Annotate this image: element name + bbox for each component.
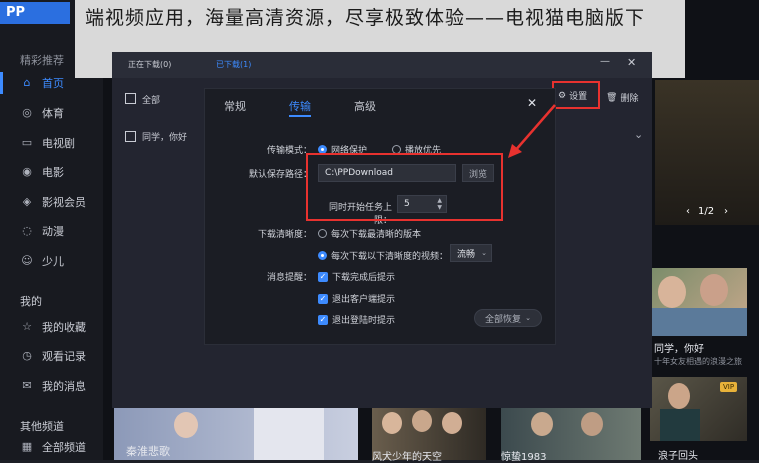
annotation-arrow bbox=[508, 104, 556, 158]
pager-text: 1/2 bbox=[698, 206, 715, 217]
sidebar-item[interactable]: ▦ 全部频道 bbox=[0, 432, 103, 462]
hero-banner bbox=[655, 80, 759, 225]
select-all-label: 全部 bbox=[142, 96, 161, 106]
delete-button[interactable]: 🗑 删除 bbox=[606, 91, 639, 105]
tab-downloading[interactable]: 正在下载(0) bbox=[128, 59, 171, 70]
anime-icon: ◌ bbox=[22, 224, 32, 237]
sidebar-item-label: 首页 bbox=[42, 77, 64, 90]
notify-download-complete-label: 下载完成后提示 bbox=[332, 273, 396, 283]
notify-logout-label: 退出登陆时提示 bbox=[332, 316, 396, 326]
my-section-label: 我的 bbox=[20, 295, 42, 308]
checkbox-checked[interactable]: ✓ bbox=[318, 314, 328, 325]
grid-icon: ▦ bbox=[21, 440, 33, 453]
clarity-label: 下载清晰度： bbox=[257, 230, 312, 240]
item-checkbox[interactable] bbox=[125, 131, 136, 142]
card-title[interactable]: 秦淮悲歌 bbox=[126, 443, 170, 459]
sidebar-item-label: 动漫 bbox=[42, 225, 64, 238]
tv-icon: ▭ bbox=[21, 136, 33, 149]
transfer-mode-label: 传输模式： bbox=[266, 146, 312, 156]
tab-advanced[interactable]: 高级 bbox=[354, 98, 376, 114]
clarity-select[interactable]: 流畅 ⌄ bbox=[450, 244, 492, 262]
restore-all-button[interactable]: 全部恢复 ⌄ bbox=[474, 309, 542, 327]
sidebar-item-label: 电影 bbox=[42, 166, 64, 179]
notify-label: 消息提醒： bbox=[266, 273, 312, 283]
chevron-down-icon: ⌄ bbox=[481, 249, 487, 257]
movie-icon: ◉ bbox=[22, 165, 32, 178]
clarity-best-label: 每次下载最清晰的版本 bbox=[331, 230, 422, 240]
notify-download-complete[interactable]: ✓ 下载完成后提示 bbox=[318, 270, 395, 283]
sidebar-item-label: 观看记录 bbox=[42, 350, 86, 363]
sidebar-item-label: 体育 bbox=[42, 107, 64, 120]
sports-icon: ◎ bbox=[22, 106, 32, 119]
minimize-icon[interactable]: — bbox=[600, 56, 610, 67]
notify-logout[interactable]: ✓ 退出登陆时提示 bbox=[318, 313, 395, 326]
sidebar-item[interactable]: ☆ 我的收藏 bbox=[0, 312, 103, 342]
notify-exit-client-label: 退出客户端提示 bbox=[332, 295, 396, 305]
select-all-checkbox[interactable] bbox=[125, 93, 136, 104]
chevron-down-icon: ⌄ bbox=[525, 314, 531, 322]
vip-badge: VIP bbox=[720, 382, 738, 392]
sidebar-item[interactable]: ◷ 观看记录 bbox=[0, 341, 103, 371]
app-logo: PP bbox=[0, 2, 70, 24]
close-icon[interactable]: ✕ bbox=[627, 56, 636, 69]
sidebar-item[interactable]: ◌ 动漫 bbox=[0, 216, 103, 246]
card-title[interactable]: 风犬少年的天空 bbox=[372, 448, 442, 463]
card-subtitle: 十年女友相遇的浪漫之旅 bbox=[654, 357, 742, 366]
sidebar-item-label: 少儿 bbox=[42, 255, 64, 268]
download-titlebar bbox=[112, 52, 652, 78]
sidebar-item[interactable]: ◎ 体育 bbox=[0, 98, 103, 128]
card-image[interactable] bbox=[650, 268, 747, 336]
card-title[interactable]: 惊蛰1983 bbox=[501, 448, 546, 463]
sidebar-item[interactable]: ◈ 影视会员 bbox=[0, 187, 103, 217]
sidebar-item[interactable]: ▭ 电视剧 bbox=[0, 128, 103, 158]
sidebar-item[interactable]: ◉ 电影 bbox=[0, 157, 103, 187]
sidebar-item-label: 全部频道 bbox=[42, 441, 86, 454]
highlight-box-settings-fields bbox=[306, 153, 503, 221]
active-indicator bbox=[0, 72, 3, 94]
radio-unselected[interactable] bbox=[318, 229, 327, 238]
pager-next-icon[interactable]: › bbox=[724, 206, 728, 217]
tab-transfer-underline bbox=[289, 115, 311, 117]
sidebar-top-label: 精彩推荐 bbox=[20, 54, 64, 67]
tab-general[interactable]: 常规 bbox=[224, 98, 246, 114]
history-icon: ◷ bbox=[22, 349, 32, 362]
other-section-label: 其他频道 bbox=[20, 420, 64, 433]
delete-button-label: 删除 bbox=[620, 94, 639, 104]
sidebar-item-label: 电视剧 bbox=[42, 137, 75, 150]
list-item-title[interactable]: 同学，你好 bbox=[142, 130, 187, 143]
radio-selected[interactable] bbox=[318, 251, 327, 260]
clarity-best[interactable]: 每次下载最清晰的版本 bbox=[318, 227, 421, 240]
pager-prev-icon[interactable]: ‹ bbox=[686, 206, 690, 217]
card-title[interactable]: 同学，你好 bbox=[654, 340, 704, 355]
message-icon: ✉ bbox=[22, 379, 32, 392]
expand-chevron-icon[interactable]: ⌄ bbox=[634, 128, 643, 141]
vip-icon: ◈ bbox=[22, 195, 32, 208]
sidebar-item-label: 我的消息 bbox=[42, 380, 86, 393]
kids-icon: ☺ bbox=[21, 254, 33, 267]
restore-all-label: 全部恢复 bbox=[485, 314, 522, 325]
trash-icon: 🗑 bbox=[606, 92, 618, 103]
save-path-label: 默认保存路径： bbox=[248, 170, 312, 180]
checkbox-checked[interactable]: ✓ bbox=[318, 271, 328, 282]
clarity-select-value: 流畅 bbox=[457, 249, 476, 260]
sidebar-item-label: 影视会员 bbox=[42, 196, 86, 209]
sidebar-item[interactable]: ✉ 我的消息 bbox=[0, 371, 103, 401]
home-icon: ⌂ bbox=[23, 76, 31, 89]
star-icon: ☆ bbox=[22, 320, 32, 333]
tab-downloaded[interactable]: 已下载(1) bbox=[216, 59, 251, 70]
clarity-custom[interactable]: 每次下载以下清晰度的视频： bbox=[318, 249, 448, 262]
clarity-custom-label: 每次下载以下清晰度的视频： bbox=[331, 252, 449, 262]
notify-exit-client[interactable]: ✓ 退出客户端提示 bbox=[318, 292, 395, 305]
sidebar-item-label: 我的收藏 bbox=[42, 321, 86, 334]
tab-transfer[interactable]: 传输 bbox=[289, 98, 311, 114]
checkbox-checked[interactable]: ✓ bbox=[318, 293, 328, 304]
banner-text: 端视频应用，海量高清资源，尽享极致体验——电视猫电脑版下 bbox=[85, 7, 646, 29]
sidebar-item[interactable]: ☺ 少儿 bbox=[0, 246, 103, 276]
